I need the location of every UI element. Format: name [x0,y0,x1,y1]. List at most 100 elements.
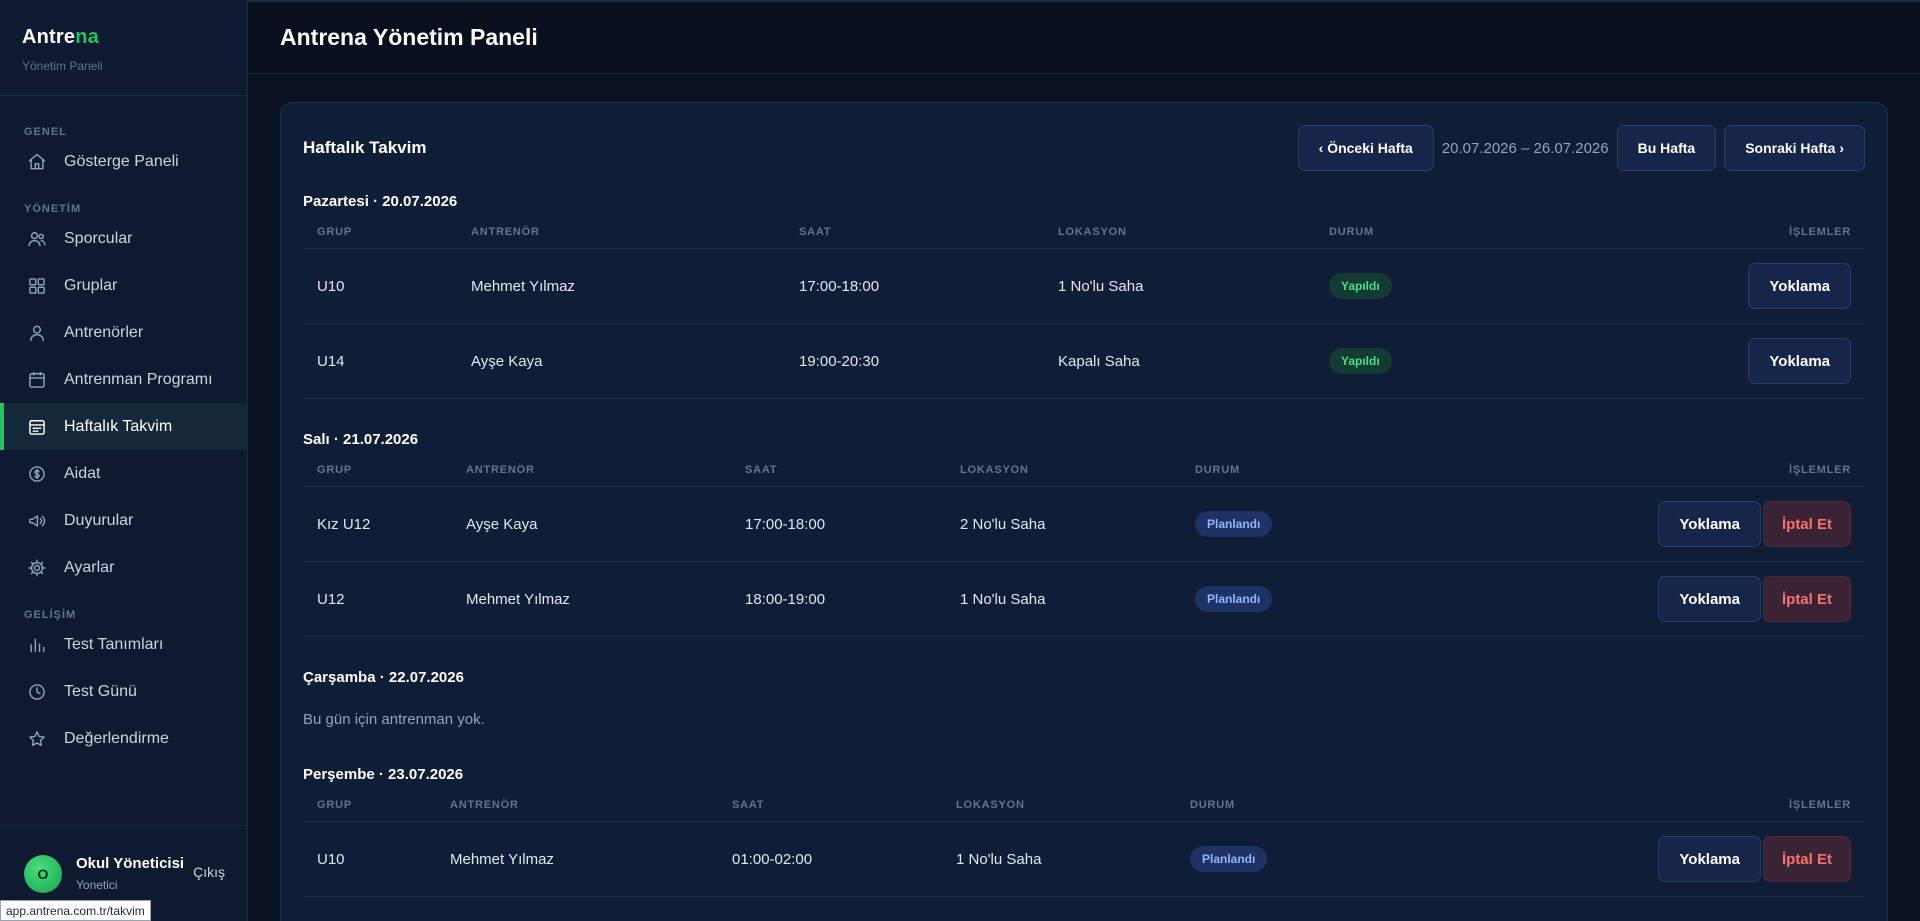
brand-accent: na [75,26,99,48]
sidebar: Antrena Yönetim Paneli GENEL Gösterge Pa… [0,0,248,921]
avatar[interactable]: O [24,854,62,893]
cell-group: Kız U12 [317,515,371,533]
sidebar-item-dues[interactable]: Aidat [0,450,247,497]
sidebar-item-label: Gruplar [64,276,118,294]
sidebar-item-label: Değerlendirme [64,729,169,747]
sidebar-item-label: Duyurular [64,511,134,529]
next-week-button[interactable]: Sonraki Hafta › [1724,125,1865,171]
attendance-button[interactable]: Yoklama [1658,576,1761,622]
cancel-button[interactable]: İptal Et [1762,501,1851,547]
attendance-button[interactable]: Yoklama [1748,263,1851,309]
cell-time: 17:00-18:00 [745,515,826,533]
col-location: LOKASYON [1058,225,1127,238]
calendar-icon [26,369,48,391]
status-badge: Yapıldı [1329,348,1392,374]
col-time: SAAT [745,463,778,476]
sidebar-item-label: Haftalık Takvim [64,417,173,435]
cell-status: Planlandı [1190,846,1268,872]
cell-actions: Yoklama [1748,338,1865,384]
sidebar-item-label: Antrenörler [64,323,144,341]
status-badge: Planlandı [1195,586,1273,612]
cell-location: 1 No'lu Saha [956,850,1042,868]
cell-group: U10 [317,850,345,868]
status-badge: Planlandı [1195,511,1273,537]
attendance-button[interactable]: Yoklama [1748,338,1851,384]
cell-coach: Ayşe Kaya [471,352,543,370]
sidebar-item-label: Test Tanımları [64,635,164,653]
user-icon [26,322,48,344]
sidebar-item-test-definitions[interactable]: Test Tanımları [0,621,247,668]
sidebar-item-announcements[interactable]: Duyurular [0,497,247,544]
top-header: Antrena Yönetim Paneli [248,0,1920,74]
cell-coach: Mehmet Yılmaz [466,590,570,608]
cell-actions: Yoklama İptal Et [1658,576,1865,622]
cell-time: 17:00-18:00 [799,277,880,295]
calendar-toolbar: Haftalık Takvim ‹ Önceki Hafta 20.07.202… [303,125,1865,171]
prev-week-button[interactable]: ‹ Önceki Hafta [1297,125,1434,171]
sidebar-item-label: Antrenman Programı [64,370,213,388]
status-badge: Planlandı [1190,846,1268,872]
col-coach: ANTRENÖR [471,225,540,238]
sidebar-item-label: Aidat [64,464,101,482]
cell-time: 01:00-02:00 [732,850,813,868]
sidebar-item-dashboard[interactable]: Gösterge Paneli [0,138,247,185]
col-actions: İŞLEMLER [1788,225,1851,238]
col-time: SAAT [732,798,765,811]
brand-main: Antre [22,26,76,48]
day-title: Çarşamba · 22.07.2026 [303,669,464,686]
col-group: GRUP [317,798,352,811]
brand-logo[interactable]: Antrena [22,26,225,49]
nav-section-yonetim: YÖNETİM [24,203,82,215]
sidebar-item-evaluation[interactable]: Değerlendirme [0,715,247,762]
sidebar-item-athletes[interactable]: Sporcular [0,215,247,262]
sidebar-item-groups[interactable]: Gruplar [0,262,247,309]
day-title: Pazartesi · 20.07.2026 [303,193,458,210]
day-block-thursday: Perşembe · 23.07.2026 GRUP ANTRENÖR SAAT… [303,766,1865,897]
col-group: GRUP [317,225,352,238]
sidebar-item-test-day[interactable]: Test Günü [0,668,247,715]
sidebar-item-label: Test Günü [64,682,137,700]
cell-status: Yapıldı [1329,348,1392,374]
brand-subtitle: Yönetim Paneli [22,59,103,73]
col-actions: İŞLEMLER [1788,798,1851,811]
cell-location: 2 No'lu Saha [960,515,1046,533]
day-title: Perşembe · 23.07.2026 [303,766,464,783]
this-week-button[interactable]: Bu Hafta [1616,125,1717,171]
cancel-button[interactable]: İptal Et [1762,576,1851,622]
cell-group: U12 [317,590,345,608]
logout-button[interactable]: Çıkış [193,864,225,880]
sidebar-item-training-program[interactable]: Antrenman Programı [0,356,247,403]
brand: Antrena Yönetim Paneli [0,0,247,96]
attendance-button[interactable]: Yoklama [1658,836,1761,882]
table-row: U10 Mehmet Yılmaz 01:00-02:00 1 No'lu Sa… [303,822,1865,897]
megaphone-icon [26,510,48,532]
day-block-monday: Pazartesi · 20.07.2026 GRUP ANTRENÖR SAA… [303,193,1865,399]
cell-status: Planlandı [1195,511,1273,537]
attendance-button[interactable]: Yoklama [1658,501,1761,547]
table-row: U10 Mehmet Yılmaz 17:00-18:00 1 No'lu Sa… [303,249,1865,324]
nav-section-gelisim: GELİŞİM [24,609,77,621]
cancel-button[interactable]: İptal Et [1762,836,1851,882]
cell-coach: Mehmet Yılmaz [471,277,575,295]
sidebar-item-weekly-calendar[interactable]: Haftalık Takvim [0,403,247,450]
user-role: Yonetici [76,878,118,892]
sidebar-item-coaches[interactable]: Antrenörler [0,309,247,356]
cell-time: 18:00-19:00 [745,590,826,608]
sidebar-item-settings[interactable]: Ayarlar [0,544,247,591]
col-group: GRUP [317,463,352,476]
col-coach: ANTRENÖR [450,798,519,811]
day-block-wednesday: Çarşamba · 22.07.2026 Bu gün için antren… [303,669,1865,728]
table-header: GRUP ANTRENÖR SAAT LOKASYON DURUM İŞLEML… [303,453,1865,487]
day-title: Salı · 21.07.2026 [303,431,419,448]
calendar-week-icon [26,416,48,438]
table-row: Kız U12 Ayşe Kaya 17:00-18:00 2 No'lu Sa… [303,487,1865,562]
table-header: GRUP ANTRENÖR SAAT LOKASYON DURUM İŞLEML… [303,215,1865,249]
clock-icon [26,681,48,703]
cell-location: 1 No'lu Saha [1058,277,1144,295]
weekly-calendar-card: Haftalık Takvim ‹ Önceki Hafta 20.07.202… [280,102,1888,921]
coin-icon [26,463,48,485]
users-icon [26,228,48,250]
col-status: DURUM [1190,798,1235,811]
week-range: 20.07.2026 – 26.07.2026 [1441,139,1609,157]
sidebar-item-label: Gösterge Paneli [64,152,179,170]
